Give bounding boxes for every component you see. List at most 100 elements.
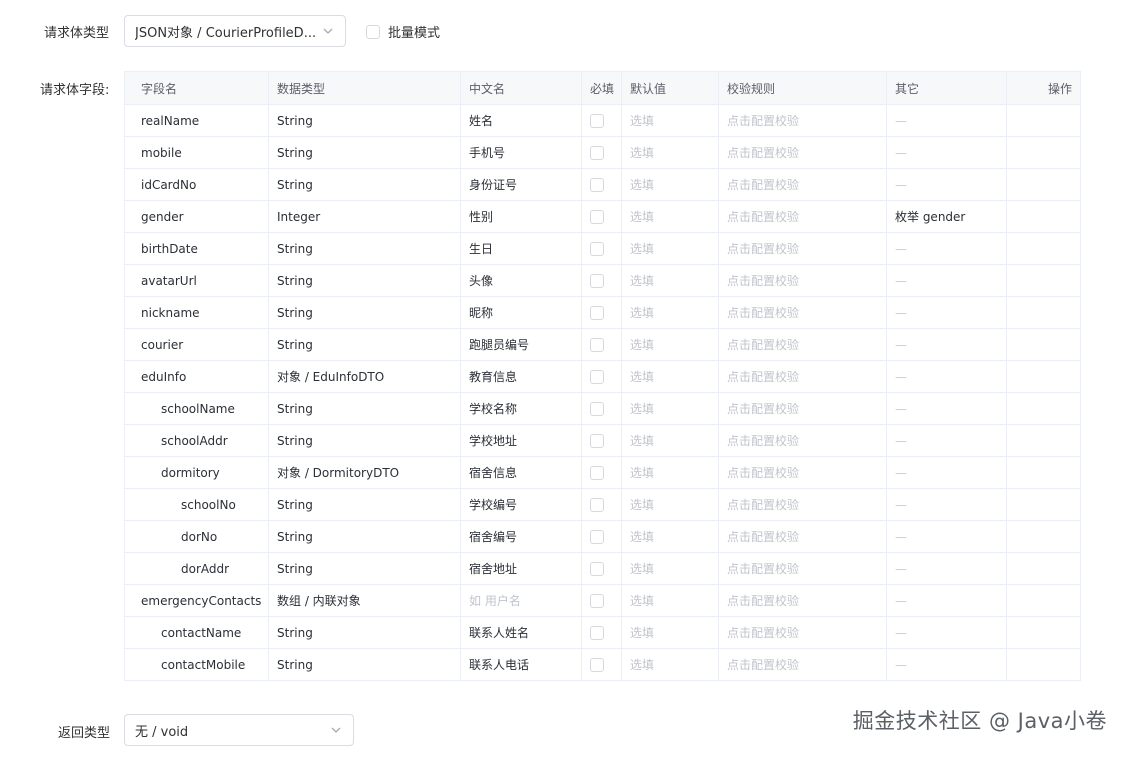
validation-rule-link[interactable]: 点击配置校验 xyxy=(718,264,887,297)
data-type-cell[interactable]: 对象 / EduInfoDTO xyxy=(268,360,461,393)
chinese-name-cell[interactable]: 学校地址 xyxy=(460,424,582,457)
validation-rule-link[interactable]: 点击配置校验 xyxy=(718,456,887,489)
chinese-name-cell[interactable]: 联系人姓名 xyxy=(460,616,582,649)
field-name-cell[interactable]: realName xyxy=(124,104,269,137)
chinese-name-cell[interactable]: 学校名称 xyxy=(460,392,582,425)
chinese-name-cell[interactable]: 宿舍编号 xyxy=(460,520,582,553)
validation-rule-link[interactable]: 点击配置校验 xyxy=(718,648,887,681)
field-name-cell[interactable]: nickname xyxy=(124,296,269,329)
chinese-name-cell[interactable]: 生日 xyxy=(460,232,582,265)
data-type-cell[interactable]: String xyxy=(268,552,461,585)
field-name-cell[interactable]: dorNo xyxy=(124,520,269,553)
return-type-select[interactable]: 无 / void xyxy=(124,714,354,746)
validation-rule-link[interactable]: 点击配置校验 xyxy=(718,392,887,425)
chinese-name-cell[interactable]: 教育信息 xyxy=(460,360,582,393)
default-value-input[interactable]: 选填 xyxy=(621,648,719,681)
required-checkbox[interactable] xyxy=(590,625,604,640)
chinese-name-cell[interactable]: 宿舍地址 xyxy=(460,552,582,585)
required-checkbox[interactable] xyxy=(590,145,604,160)
chinese-name-cell[interactable]: 宿舍信息 xyxy=(460,456,582,489)
chinese-name-cell[interactable]: 姓名 xyxy=(460,104,582,137)
validation-rule-link[interactable]: 点击配置校验 xyxy=(718,104,887,137)
field-name-cell[interactable]: gender xyxy=(124,200,269,233)
validation-rule-link[interactable]: 点击配置校验 xyxy=(718,296,887,329)
data-type-cell[interactable]: String xyxy=(268,520,461,553)
data-type-cell[interactable]: String xyxy=(268,232,461,265)
required-checkbox[interactable] xyxy=(590,465,604,480)
field-name-cell[interactable]: dormitory xyxy=(124,456,269,489)
chinese-name-cell[interactable]: 身份证号 xyxy=(460,168,582,201)
validation-rule-link[interactable]: 点击配置校验 xyxy=(718,232,887,265)
validation-rule-link[interactable]: 点击配置校验 xyxy=(718,168,887,201)
batch-mode-checkbox[interactable] xyxy=(366,24,380,39)
validation-rule-link[interactable]: 点击配置校验 xyxy=(718,200,887,233)
validation-rule-link[interactable]: 点击配置校验 xyxy=(718,424,887,457)
required-checkbox[interactable] xyxy=(590,657,604,672)
data-type-cell[interactable]: 数组 / 内联对象 xyxy=(268,584,461,617)
required-checkbox[interactable] xyxy=(590,433,604,448)
validation-rule-link[interactable]: 点击配置校验 xyxy=(718,520,887,553)
field-name-cell[interactable]: contactMobile xyxy=(124,648,269,681)
required-checkbox[interactable] xyxy=(590,305,604,320)
default-value-input[interactable]: 选填 xyxy=(621,296,719,329)
required-checkbox[interactable] xyxy=(590,113,604,128)
required-checkbox[interactable] xyxy=(590,241,604,256)
field-name-cell[interactable]: idCardNo xyxy=(124,168,269,201)
data-type-cell[interactable]: String xyxy=(268,104,461,137)
validation-rule-link[interactable]: 点击配置校验 xyxy=(718,328,887,361)
data-type-cell[interactable]: String xyxy=(268,648,461,681)
default-value-input[interactable]: 选填 xyxy=(621,392,719,425)
required-checkbox[interactable] xyxy=(590,337,604,352)
default-value-input[interactable]: 选填 xyxy=(621,552,719,585)
default-value-input[interactable]: 选填 xyxy=(621,488,719,521)
field-name-cell[interactable]: emergencyContacts xyxy=(124,584,269,617)
default-value-input[interactable]: 选填 xyxy=(621,200,719,233)
chinese-name-cell[interactable]: 手机号 xyxy=(460,136,582,169)
required-checkbox[interactable] xyxy=(590,209,604,224)
validation-rule-link[interactable]: 点击配置校验 xyxy=(718,584,887,617)
validation-rule-link[interactable]: 点击配置校验 xyxy=(718,136,887,169)
request-body-type-select[interactable]: JSON对象 / CourierProfileD... xyxy=(124,15,346,47)
chinese-name-cell[interactable]: 如 用户名 xyxy=(460,584,582,617)
default-value-input[interactable]: 选填 xyxy=(621,616,719,649)
data-type-cell[interactable]: String xyxy=(268,328,461,361)
required-checkbox[interactable] xyxy=(590,369,604,384)
default-value-input[interactable]: 选填 xyxy=(621,584,719,617)
data-type-cell[interactable]: String xyxy=(268,616,461,649)
default-value-input[interactable]: 选填 xyxy=(621,456,719,489)
data-type-cell[interactable]: String xyxy=(268,264,461,297)
data-type-cell[interactable]: String xyxy=(268,296,461,329)
required-checkbox[interactable] xyxy=(590,401,604,416)
field-name-cell[interactable]: contactName xyxy=(124,616,269,649)
required-checkbox[interactable] xyxy=(590,561,604,576)
default-value-input[interactable]: 选填 xyxy=(621,232,719,265)
default-value-input[interactable]: 选填 xyxy=(621,104,719,137)
default-value-input[interactable]: 选填 xyxy=(621,424,719,457)
data-type-cell[interactable]: String xyxy=(268,424,461,457)
default-value-input[interactable]: 选填 xyxy=(621,264,719,297)
data-type-cell[interactable]: Integer xyxy=(268,200,461,233)
field-name-cell[interactable]: dorAddr xyxy=(124,552,269,585)
validation-rule-link[interactable]: 点击配置校验 xyxy=(718,360,887,393)
default-value-input[interactable]: 选填 xyxy=(621,328,719,361)
field-name-cell[interactable]: eduInfo xyxy=(124,360,269,393)
data-type-cell[interactable]: String xyxy=(268,168,461,201)
field-name-cell[interactable]: schoolAddr xyxy=(124,424,269,457)
field-name-cell[interactable]: courier xyxy=(124,328,269,361)
required-checkbox[interactable] xyxy=(590,497,604,512)
validation-rule-link[interactable]: 点击配置校验 xyxy=(718,488,887,521)
data-type-cell[interactable]: 对象 / DormitoryDTO xyxy=(268,456,461,489)
field-name-cell[interactable]: birthDate xyxy=(124,232,269,265)
data-type-cell[interactable]: String xyxy=(268,136,461,169)
chinese-name-cell[interactable]: 联系人电话 xyxy=(460,648,582,681)
chinese-name-cell[interactable]: 性别 xyxy=(460,200,582,233)
default-value-input[interactable]: 选填 xyxy=(621,168,719,201)
data-type-cell[interactable]: String xyxy=(268,488,461,521)
field-name-cell[interactable]: avatarUrl xyxy=(124,264,269,297)
default-value-input[interactable]: 选填 xyxy=(621,136,719,169)
field-name-cell[interactable]: schoolNo xyxy=(124,488,269,521)
validation-rule-link[interactable]: 点击配置校验 xyxy=(718,552,887,585)
required-checkbox[interactable] xyxy=(590,273,604,288)
required-checkbox[interactable] xyxy=(590,177,604,192)
chinese-name-cell[interactable]: 学校编号 xyxy=(460,488,582,521)
